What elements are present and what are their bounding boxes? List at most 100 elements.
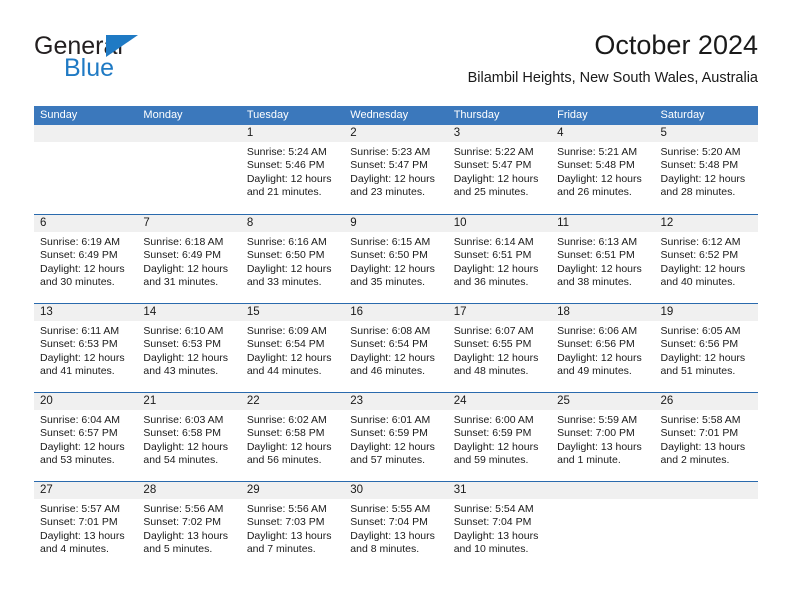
calendar-day-cell[interactable]: 3 Sunrise: 5:22 AM Sunset: 5:47 PM Daylight…: [447, 125, 552, 214]
daylight-text-line1: Daylight: 12 hours: [660, 262, 746, 275]
calendar-grid: Sunday Monday Tuesday Wednesday Thursday…: [34, 106, 758, 570]
calendar-day-cell[interactable]: 19 Sunrise: 6:05 AM Sunset: 6:56 PM Dayligh…: [654, 304, 758, 392]
daylight-text-line2: and 26 minutes.: [557, 186, 632, 199]
calendar-day-cell[interactable]: 4 Sunrise: 5:21 AM Sunset: 5:48 PM Daylight…: [551, 125, 655, 214]
calendar-day-cell[interactable]: 8 Sunrise: 6:16 AM Sunset: 6:50 PM Daylight…: [240, 215, 345, 303]
daylight-text-line1: Daylight: 12 hours: [350, 351, 435, 364]
day-number: 26: [660, 395, 674, 407]
day-sun-info: Sunrise: 6:01 AM Sunset: 6:59 PM Daylight:…: [344, 410, 447, 468]
calendar-day-cell[interactable]: 14 Sunrise: 6:10 AM Sunset: 6:53 PM Dayligh…: [137, 304, 241, 392]
day-number-band: 27: [34, 482, 138, 499]
calendar-day-cell[interactable]: 2 Sunrise: 5:23 AM Sunset: 5:47 PM Daylight…: [344, 125, 448, 214]
calendar-day-cell[interactable]: 9 Sunrise: 6:15 AM Sunset: 6:50 PM Daylight…: [344, 215, 448, 303]
daylight-text-line1: Daylight: 12 hours: [143, 440, 229, 453]
day-number-band: 25: [551, 393, 655, 410]
day-number-band: [654, 482, 758, 499]
daylight-text-line1: Daylight: 12 hours: [40, 351, 125, 364]
daylight-text-line1: Daylight: 12 hours: [350, 172, 435, 185]
day-number-band: 3: [447, 125, 552, 142]
calendar-day-cell[interactable]: 12 Sunrise: 6:12 AM Sunset: 6:52 PM Dayligh…: [654, 215, 758, 303]
day-number-band: 26: [654, 393, 758, 410]
day-sun-info: Sunrise: 5:54 AM Sunset: 7:04 PM Daylight:…: [448, 499, 551, 557]
daylight-text-line2: and 33 minutes.: [246, 276, 322, 289]
day-number-band: 16: [344, 304, 448, 321]
sunrise-text: Sunrise: 5:59 AM: [557, 414, 638, 426]
calendar-week-row: 6 Sunrise: 6:19 AM Sunset: 6:49 PM Daylight…: [34, 214, 758, 303]
day-number-band: 12: [654, 215, 758, 232]
daylight-text-line1: Daylight: 12 hours: [350, 440, 435, 453]
day-number: 5: [660, 127, 667, 139]
sunrise-text: Sunrise: 6:08 AM: [350, 325, 431, 337]
day-header-saturday: Saturday: [660, 109, 705, 121]
sunset-text: Sunset: 5:47 PM: [350, 159, 428, 172]
calendar-day-cell[interactable]: 11 Sunrise: 6:13 AM Sunset: 6:51 PM Dayligh…: [551, 215, 655, 303]
calendar-day-cell[interactable]: 17 Sunrise: 6:07 AM Sunset: 6:55 PM Dayligh…: [447, 304, 552, 392]
day-sun-info: Sunrise: 6:02 AM Sunset: 6:58 PM Daylight:…: [241, 410, 344, 468]
calendar-day-cell[interactable]: 29 Sunrise: 5:56 AM Sunset: 7:03 PM Dayligh…: [240, 482, 345, 570]
sunset-text: Sunset: 7:00 PM: [557, 427, 635, 440]
sunrise-text: Sunrise: 6:09 AM: [246, 325, 327, 337]
sunset-text: Sunset: 6:53 PM: [143, 338, 222, 351]
day-number-band: 10: [447, 215, 552, 232]
day-sun-info: Sunrise: 6:03 AM Sunset: 6:58 PM Daylight:…: [137, 410, 240, 468]
calendar-day-cell[interactable]: 28 Sunrise: 5:56 AM Sunset: 7:02 PM Dayligh…: [137, 482, 241, 570]
calendar-day-cell[interactable]: 27 Sunrise: 5:57 AM Sunset: 7:01 PM Dayligh…: [34, 482, 138, 570]
day-number: 23: [350, 395, 364, 407]
sunrise-text: Sunrise: 5:57 AM: [40, 503, 120, 515]
sunset-text: Sunset: 6:58 PM: [143, 427, 222, 440]
calendar-day-cell[interactable]: 30 Sunrise: 5:55 AM Sunset: 7:04 PM Dayligh…: [344, 482, 448, 570]
day-number-band: 5: [654, 125, 758, 142]
general-blue-logo[interactable]: General Blue: [34, 32, 244, 90]
day-sun-info: Sunrise: 6:18 AM Sunset: 6:49 PM Daylight:…: [137, 232, 240, 290]
calendar-day-cell[interactable]: 23 Sunrise: 6:01 AM Sunset: 6:59 PM Dayligh…: [344, 393, 448, 481]
sunrise-text: Sunrise: 6:01 AM: [350, 414, 431, 426]
day-number-band: 28: [137, 482, 241, 499]
day-number: 2: [350, 127, 357, 139]
calendar-day-cell[interactable]: 24 Sunrise: 6:00 AM Sunset: 6:59 PM Dayligh…: [447, 393, 552, 481]
sunrise-text: Sunrise: 6:11 AM: [40, 325, 120, 337]
sunset-text: Sunset: 7:04 PM: [350, 516, 428, 529]
page-subtitle: Bilambil Heights, New South Wales, Austr…: [467, 70, 758, 86]
sunrise-text: Sunrise: 6:16 AM: [246, 236, 327, 248]
calendar-day-cell[interactable]: 15 Sunrise: 6:09 AM Sunset: 6:54 PM Dayligh…: [240, 304, 345, 392]
day-number: 16: [350, 306, 364, 318]
daylight-text-line2: and 40 minutes.: [660, 276, 736, 289]
daylight-text-line1: Daylight: 13 hours: [453, 529, 539, 542]
daylight-text-line2: and 5 minutes.: [143, 543, 213, 556]
sunrise-text: Sunrise: 5:56 AM: [246, 503, 327, 515]
daylight-text-line2: and 2 minutes.: [660, 454, 730, 467]
daylight-text-line2: and 44 minutes.: [246, 365, 322, 378]
day-sun-info: Sunrise: 6:10 AM Sunset: 6:53 PM Daylight:…: [137, 321, 240, 379]
calendar-day-cell[interactable]: 20 Sunrise: 6:04 AM Sunset: 6:57 PM Dayligh…: [34, 393, 138, 481]
calendar-day-cell[interactable]: 7 Sunrise: 6:18 AM Sunset: 6:49 PM Daylight…: [137, 215, 241, 303]
sunset-text: Sunset: 6:56 PM: [557, 338, 635, 351]
day-number: 20: [40, 395, 53, 407]
sunrise-text: Sunrise: 5:21 AM: [557, 146, 638, 158]
calendar-day-cell[interactable]: 22 Sunrise: 6:02 AM Sunset: 6:58 PM Dayligh…: [240, 393, 345, 481]
calendar-day-cell[interactable]: 26 Sunrise: 5:58 AM Sunset: 7:01 PM Dayligh…: [654, 393, 758, 481]
calendar-day-cell[interactable]: 5 Sunrise: 5:20 AM Sunset: 5:48 PM Daylight…: [654, 125, 758, 214]
daylight-text-line1: Daylight: 12 hours: [660, 351, 746, 364]
daylight-text-line2: and 38 minutes.: [557, 276, 632, 289]
sunrise-text: Sunrise: 6:19 AM: [40, 236, 120, 248]
day-number: 8: [246, 217, 254, 229]
calendar-day-cell[interactable]: 16 Sunrise: 6:08 AM Sunset: 6:54 PM Dayligh…: [344, 304, 448, 392]
calendar-day-cell[interactable]: 18 Sunrise: 6:06 AM Sunset: 6:56 PM Dayligh…: [551, 304, 655, 392]
day-number: 14: [143, 306, 157, 318]
daylight-text-line1: Daylight: 12 hours: [557, 262, 642, 275]
day-sun-info: Sunrise: 5:21 AM Sunset: 5:48 PM Daylight:…: [551, 142, 654, 200]
day-sun-info: Sunrise: 5:20 AM Sunset: 5:48 PM Daylight:…: [655, 142, 758, 200]
calendar-day-cell[interactable]: 13 Sunrise: 6:11 AM Sunset: 6:53 PM Dayligh…: [34, 304, 138, 392]
daylight-text-line1: Daylight: 12 hours: [453, 351, 539, 364]
calendar-day-cell[interactable]: 10 Sunrise: 6:14 AM Sunset: 6:51 PM Dayligh…: [447, 215, 552, 303]
daylight-text-line2: and 7 minutes.: [246, 543, 316, 556]
sunset-text: Sunset: 6:57 PM: [40, 427, 118, 440]
calendar-day-cell[interactable]: 25 Sunrise: 5:59 AM Sunset: 7:00 PM Dayligh…: [551, 393, 655, 481]
calendar-day-cell[interactable]: 31 Sunrise: 5:54 AM Sunset: 7:04 PM Dayligh…: [447, 482, 552, 570]
calendar-day-cell[interactable]: 6 Sunrise: 6:19 AM Sunset: 6:49 PM Daylight…: [34, 215, 138, 303]
day-number: 12: [660, 217, 674, 229]
calendar-day-cell[interactable]: 1 Sunrise: 5:24 AM Sunset: 5:46 PM Daylight…: [240, 125, 345, 214]
daylight-text-line1: Daylight: 12 hours: [143, 351, 229, 364]
calendar-day-cell[interactable]: 21 Sunrise: 6:03 AM Sunset: 6:58 PM Dayligh…: [137, 393, 241, 481]
daylight-text-line1: Daylight: 12 hours: [350, 262, 435, 275]
